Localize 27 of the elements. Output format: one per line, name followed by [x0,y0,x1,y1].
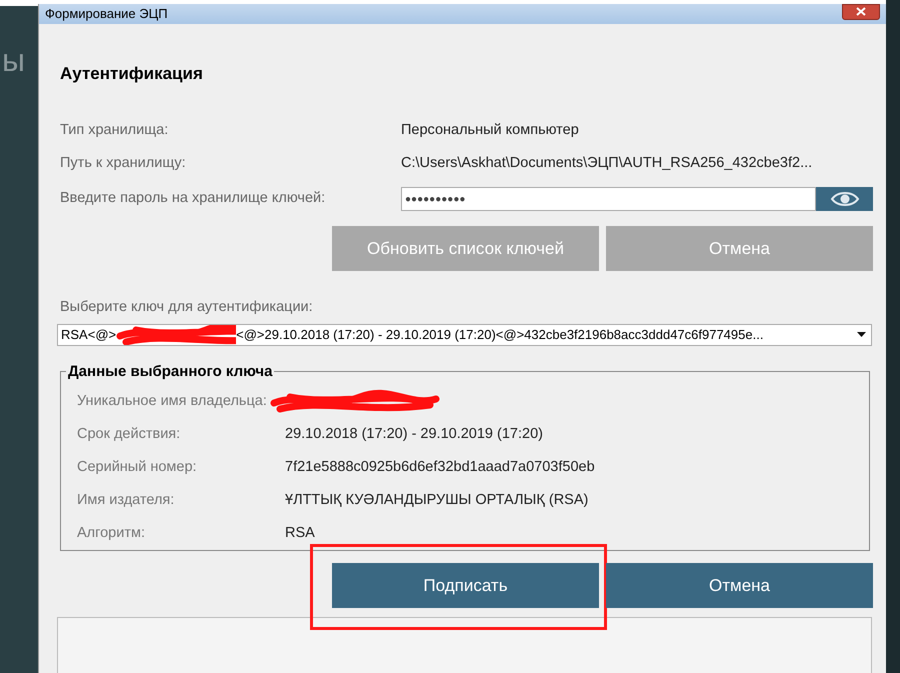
dialog-button[interactable]: Подписать [332,562,599,608]
field-value: Персональный компьютер [401,121,579,140]
eye-icon [830,191,860,207]
section-heading: Аутентификация [60,62,204,84]
field-value: C:\Users\Askhat\Documents\ЭЦП\AUTH_RSA256_432cbe3f2... [401,154,812,174]
show-password-button[interactable] [816,187,873,211]
detail-value: RSA [285,524,315,543]
detail-label: Серийный номер: [77,458,198,477]
close-button[interactable] [842,4,880,20]
field-label: Введите пароль на хранилище ключей: [60,189,326,208]
key-dropdown[interactable]: RSA<@> <@>29.10.2018 (17:20) - 29.10.2019 (17:20)<@>432cbe3f2196b8acc3ddd47c6f977495e... [57,324,872,346]
field-label: Тип хранилища: [60,121,170,140]
detail-label: Уникальное имя владельца: [77,392,268,411]
password-field[interactable]: ●●●●●●●●●● [401,187,816,211]
field-label: Путь к хранилищу: [60,154,187,174]
field-label: Выберите ключ для аутентификации: [60,298,314,317]
detail-label: Алгоритм: [77,524,146,543]
detail-value: ҰЛТТЫҚ КУӘЛАНДЫРУШЫ ОРТАЛЫҚ (RSA) [285,490,588,510]
detail-label: Срок действия: [77,424,182,444]
detail-value: 29.10.2018 (17:20) - 29.10.2019 (17:20) [285,424,543,444]
detail-label: Имя издателя: [77,490,176,510]
close-icon [856,7,866,16]
detail-value: 7f21e5888c0925b6d6ef32bd1aaad7a0703f50eb [285,458,595,477]
window-title: Формирование ЭЦП [45,5,168,23]
background-text: ы [2,44,26,76]
dialog-button[interactable]: Отмена [606,562,873,608]
dropdown-arrow-icon [857,332,866,338]
